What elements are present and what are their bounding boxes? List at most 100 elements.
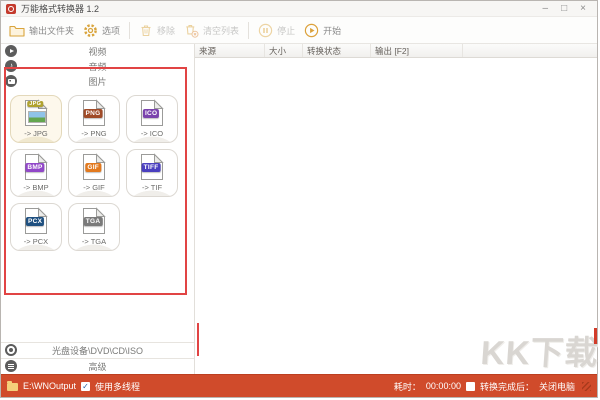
- resize-grip[interactable]: [582, 382, 591, 391]
- start-label: 开始: [323, 24, 341, 37]
- image-format-grid: JPG -> JPG PNG -> PNG ICO: [1, 89, 180, 251]
- format-tag-ico: ICO: [143, 109, 159, 118]
- format-card-bmp[interactable]: BMP -> BMP: [10, 149, 62, 197]
- image-label: 图片: [1, 75, 194, 88]
- sidebar-item-video[interactable]: 视频: [1, 44, 194, 59]
- options-button[interactable]: 选项: [83, 23, 120, 38]
- disc-icon: [5, 344, 17, 356]
- maximize-button[interactable]: □: [561, 4, 567, 14]
- column-header-output[interactable]: 输出 [F2]: [371, 44, 463, 57]
- video-play-icon: [5, 45, 17, 57]
- format-label-png: -> PNG: [81, 129, 106, 138]
- format-tag-png: PNG: [84, 109, 103, 118]
- folder-icon: [9, 24, 25, 37]
- app-icon: [6, 4, 16, 14]
- format-card-ico[interactable]: ICO -> ICO: [126, 95, 178, 143]
- multithread-label[interactable]: 使用多线程: [95, 380, 140, 393]
- format-card-gif[interactable]: GIF -> GIF: [68, 149, 120, 197]
- format-label-tga: -> TGA: [82, 237, 106, 246]
- multithread-checkbox[interactable]: ✓: [81, 382, 90, 391]
- annotation-line: [197, 323, 199, 356]
- sidebar: 视频 ♪ 音频 图片 JPG -> JPG: [1, 44, 195, 374]
- advanced-label: 高级: [1, 360, 194, 373]
- column-header-source[interactable]: 来源: [195, 44, 265, 57]
- file-icon: PNG: [82, 99, 106, 127]
- column-header-filler: [463, 44, 597, 57]
- format-tag-bmp: BMP: [25, 163, 44, 172]
- table-header: 来源 大小 转换状态 输出 [F2]: [195, 44, 597, 58]
- file-list-panel: 来源 大小 转换状态 输出 [F2] KK下载: [195, 44, 597, 374]
- toolbar-separator: [248, 22, 249, 39]
- format-label-jpg: -> JPG: [24, 129, 48, 138]
- format-card-tga[interactable]: TGA -> TGA: [68, 203, 120, 251]
- after-convert-label: 转换完成后：: [480, 380, 534, 393]
- file-icon: TIFF: [140, 153, 164, 181]
- video-label: 视频: [1, 45, 194, 58]
- gear-icon: [83, 23, 98, 38]
- format-label-tiff: -> TIF: [142, 183, 162, 192]
- clear-list-label: 清空列表: [203, 24, 239, 37]
- format-card-png[interactable]: PNG -> PNG: [68, 95, 120, 143]
- start-button[interactable]: 开始: [304, 23, 341, 38]
- sidebar-item-disc[interactable]: 光盘设备\DVD\CD\ISO: [1, 342, 194, 358]
- output-path[interactable]: E:\WNOutput: [23, 381, 76, 391]
- music-note-icon: ♪: [5, 60, 17, 72]
- clear-list-button[interactable]: 清空列表: [184, 23, 239, 38]
- file-icon: BMP: [24, 153, 48, 181]
- picture-icon: [5, 75, 17, 87]
- audio-label: 音频: [1, 60, 194, 73]
- file-icon: GIF: [82, 153, 106, 181]
- toolbar-separator: [129, 22, 130, 39]
- format-card-pcx[interactable]: PCX -> PCX: [10, 203, 62, 251]
- site-watermark: KK下载: [480, 326, 600, 374]
- file-icon: ICO: [140, 99, 164, 127]
- sidebar-item-image[interactable]: 图片: [1, 74, 194, 89]
- format-tag-tiff: TIFF: [142, 163, 161, 172]
- status-bar: E:\WNOutput ✓ 使用多线程 耗时： 00:00:00 ✓ 转换完成后：…: [1, 374, 597, 397]
- elapsed-value: 00:00:00: [426, 381, 461, 391]
- format-label-pcx: -> PCX: [24, 237, 48, 246]
- sidebar-item-advanced[interactable]: 高级: [1, 358, 194, 374]
- format-label-ico: -> ICO: [141, 129, 163, 138]
- photo-thumbnail: [28, 111, 46, 123]
- after-convert-checkbox[interactable]: ✓: [466, 382, 475, 391]
- app-window: 万能格式转换器 1.2 – □ × 输出文件夹 选项 移除 清空列表 停止: [0, 0, 598, 398]
- format-tag-pcx: PCX: [26, 217, 44, 226]
- output-path-folder-icon: [7, 383, 18, 391]
- title-bar: 万能格式转换器 1.2 – □ ×: [1, 1, 597, 16]
- stop-label: 停止: [277, 24, 295, 37]
- format-tag-jpg: JPG: [27, 101, 43, 107]
- file-icon: JPG: [24, 99, 48, 127]
- format-tag-tga: TGA: [84, 217, 103, 226]
- format-label-gif: -> GIF: [83, 183, 104, 192]
- disc-label: 光盘设备\DVD\CD\ISO: [1, 344, 194, 357]
- file-icon: TGA: [82, 207, 106, 235]
- output-folder-label: 输出文件夹: [29, 24, 74, 37]
- sidebar-item-audio[interactable]: ♪ 音频: [1, 59, 194, 74]
- trash-icon: [139, 23, 153, 37]
- format-card-jpg[interactable]: JPG -> JPG: [10, 95, 62, 143]
- format-card-tiff[interactable]: TIFF -> TIF: [126, 149, 178, 197]
- column-header-status[interactable]: 转换状态: [303, 44, 371, 57]
- format-tag-gif: GIF: [85, 163, 101, 172]
- pause-icon: [258, 23, 273, 38]
- window-title: 万能格式转换器 1.2: [21, 2, 99, 15]
- sidebar-spacer: [1, 251, 194, 342]
- output-folder-button[interactable]: 输出文件夹: [9, 24, 74, 37]
- advanced-settings-icon: [5, 360, 17, 372]
- format-label-bmp: -> BMP: [23, 183, 48, 192]
- stop-button[interactable]: 停止: [258, 23, 295, 38]
- options-label: 选项: [102, 24, 120, 37]
- main-area: 视频 ♪ 音频 图片 JPG -> JPG: [1, 44, 597, 374]
- column-header-size[interactable]: 大小: [265, 44, 303, 57]
- toolbar: 输出文件夹 选项 移除 清空列表 停止 开始: [1, 16, 597, 44]
- file-icon: PCX: [24, 207, 48, 235]
- elapsed-label: 耗时：: [394, 380, 421, 393]
- after-convert-value[interactable]: 关闭电脑: [539, 380, 575, 393]
- watermark-red-mark: [594, 328, 597, 344]
- play-icon: [304, 23, 319, 38]
- close-button[interactable]: ×: [580, 4, 586, 14]
- minimize-button[interactable]: –: [543, 4, 549, 14]
- trash-clear-icon: [184, 23, 199, 38]
- remove-button[interactable]: 移除: [139, 23, 175, 37]
